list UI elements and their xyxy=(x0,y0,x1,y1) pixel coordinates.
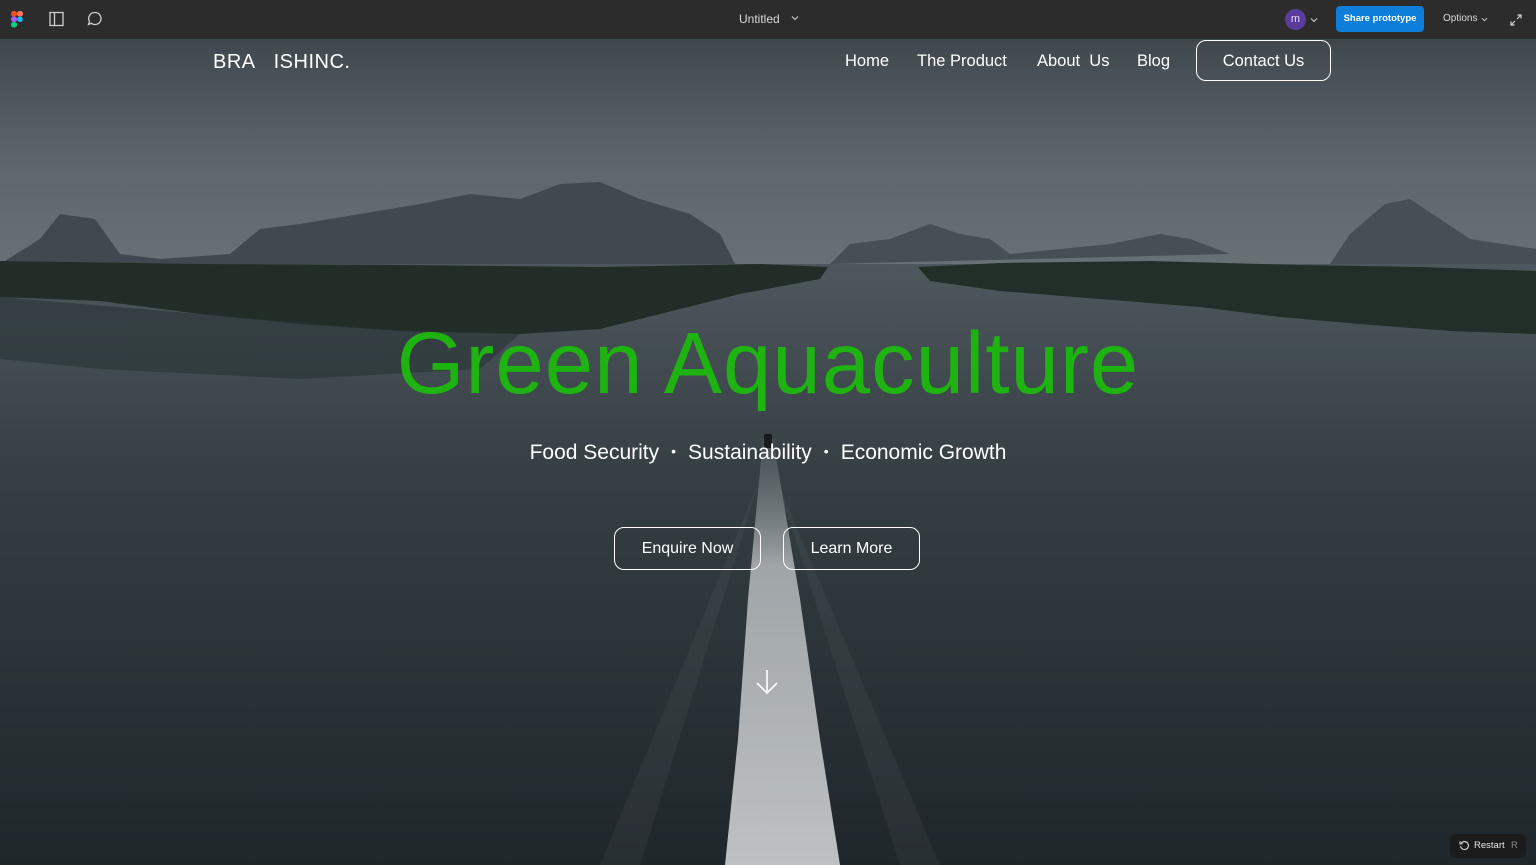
logo-text-right: ISHINC. xyxy=(273,51,351,73)
restart-icon xyxy=(1459,841,1469,851)
nav-product-link[interactable]: The Product xyxy=(917,52,1007,71)
contact-us-button[interactable]: Contact Us xyxy=(1196,40,1331,81)
tagline-item: Food Security xyxy=(529,441,660,464)
hero-tagline: Food Security • Sustainability • Economic Gr… xyxy=(0,441,1536,465)
chevron-down-icon[interactable] xyxy=(1310,17,1318,23)
nav-about-link[interactable]: About Us xyxy=(1037,52,1109,71)
brand-logo[interactable]: BRA ISHINC. xyxy=(213,51,350,74)
restart-button[interactable]: Restart R xyxy=(1450,834,1526,858)
arrow-down-icon[interactable] xyxy=(755,668,779,696)
sidebar-toggle-icon[interactable] xyxy=(48,10,66,28)
avatar[interactable]: m xyxy=(1285,9,1306,30)
enquire-now-button[interactable]: Enquire Now xyxy=(614,527,761,570)
collapse-icon[interactable] xyxy=(1508,12,1524,28)
figma-logo-icon[interactable] xyxy=(10,11,24,28)
learn-more-button[interactable]: Learn More xyxy=(783,527,920,570)
tagline-separator: • xyxy=(823,443,829,459)
options-menu[interactable]: Options xyxy=(1443,13,1477,24)
nav-blog-link[interactable]: Blog xyxy=(1137,52,1170,71)
hero-title: Green Aquaculture xyxy=(396,315,1140,412)
restart-label: Restart xyxy=(1474,840,1505,851)
tagline-item: Sustainability xyxy=(688,441,812,464)
tagline-item: Economic Growth xyxy=(840,441,1007,464)
chevron-down-icon[interactable] xyxy=(791,15,799,21)
logo-text-left: BRA xyxy=(213,51,256,73)
chevron-down-icon[interactable] xyxy=(1481,17,1488,22)
share-prototype-button[interactable]: Share prototype xyxy=(1336,6,1424,32)
file-title[interactable]: Untitled xyxy=(739,12,780,26)
tagline-separator: • xyxy=(671,443,677,459)
comment-icon[interactable] xyxy=(86,10,104,28)
nav-home-link[interactable]: Home xyxy=(845,52,889,71)
prototype-toolbar: Untitled m Share prototype Options xyxy=(0,0,1536,39)
restart-shortcut: R xyxy=(1511,840,1518,851)
